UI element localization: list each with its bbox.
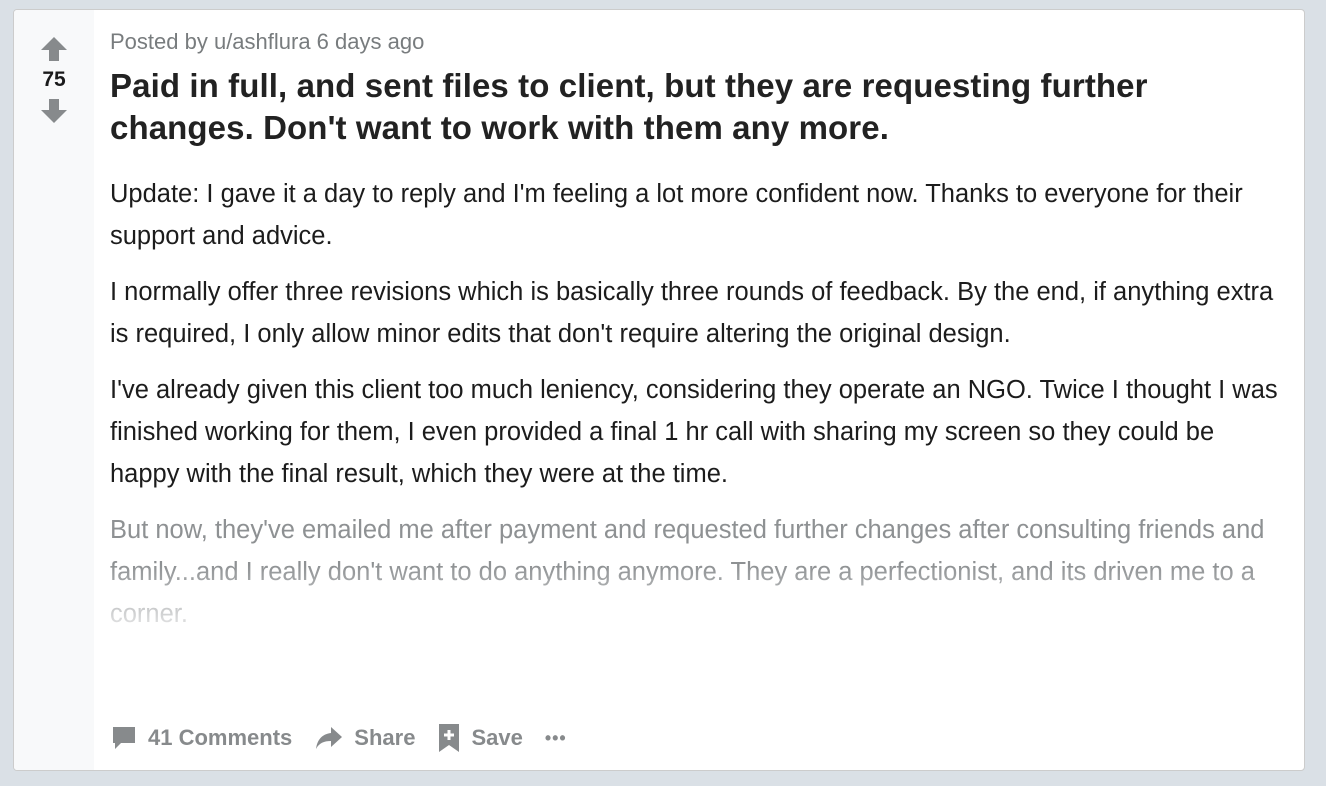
post-paragraph: I normally offer three revisions which i…: [110, 278, 1274, 348]
share-label: Share: [354, 725, 416, 750]
post-meta: Posted by u/ashflura 6 days ago: [110, 29, 425, 54]
more-options-button[interactable]: •••: [545, 728, 567, 749]
save-label: Save: [471, 725, 523, 750]
share-button[interactable]: Share: [314, 724, 415, 752]
post-title[interactable]: Paid in full, and sent files to client, …: [110, 65, 1282, 149]
downvote-button[interactable]: [37, 94, 71, 128]
vote-score: 75: [42, 68, 66, 91]
post-paragraph: But now, they've emailed me after paymen…: [110, 516, 1265, 628]
post-card[interactable]: 75 Posted by u/ashflura 6 days ago Paid …: [13, 9, 1305, 771]
bookmark-plus-icon: [439, 724, 460, 752]
save-button[interactable]: Save: [437, 722, 523, 754]
comment-bubble-icon: [113, 727, 135, 749]
post-content: Posted by u/ashflura 6 days ago Paid in …: [110, 10, 1282, 649]
arrow-down-icon: [41, 99, 67, 123]
ellipsis-icon: •••: [544, 727, 567, 748]
share-arrow-icon: [316, 727, 343, 749]
post-actions: 41 Comments Share Save •••: [110, 722, 567, 754]
post-paragraph: Update: I gave it a day to reply and I'm…: [110, 180, 1243, 250]
vote-rail: 75: [14, 10, 94, 770]
post-body[interactable]: Update: I gave it a day to reply and I'm…: [110, 173, 1282, 635]
post-paragraph: I've already given this client too much …: [110, 376, 1278, 488]
comments-label: 41 Comments: [148, 725, 293, 750]
comments-button[interactable]: 41 Comments: [110, 724, 292, 752]
arrow-up-icon: [41, 37, 67, 61]
upvote-button[interactable]: [37, 32, 71, 66]
